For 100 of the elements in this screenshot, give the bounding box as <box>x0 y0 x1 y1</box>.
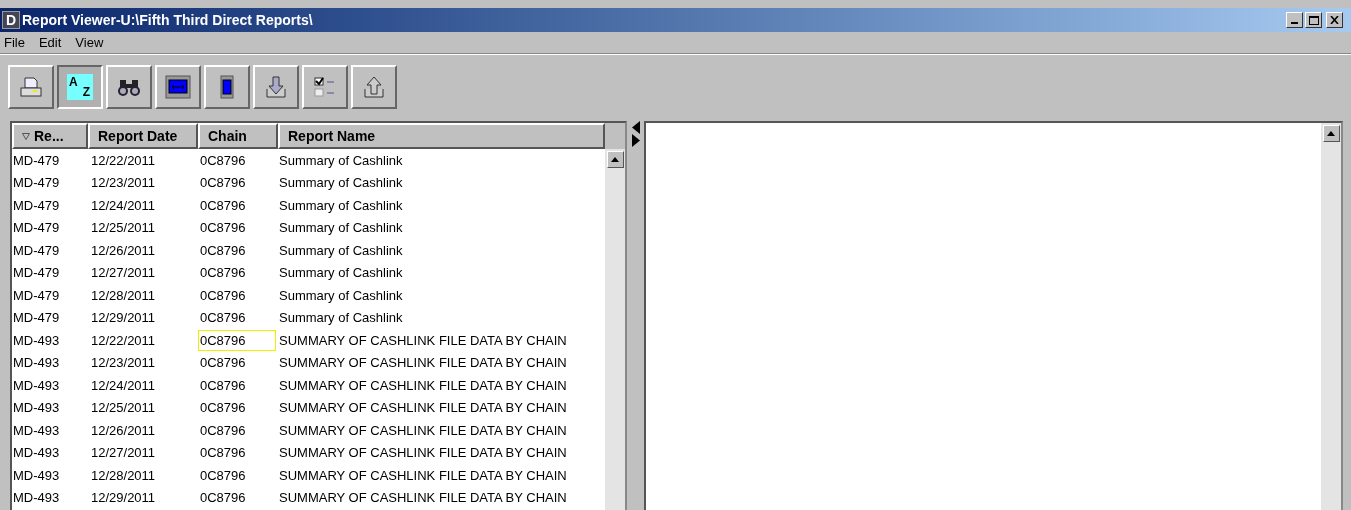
column-header[interactable]: Re... <box>12 123 88 149</box>
table-cell-text: MD-493 <box>12 444 61 462</box>
table-cell-text: MD-479 <box>12 151 61 170</box>
table-cell-text: 12/28/2011 <box>90 286 157 305</box>
scroll-up-button[interactable] <box>1322 125 1340 142</box>
table-cell-text: MD-493 <box>12 331 61 350</box>
table-row[interactable]: MD-493 12/24/2011 0C8796 SUMMARY OF CASHLINK FILE DATA BY CHAIN <box>12 374 605 397</box>
printer-icon <box>19 75 43 99</box>
table-cell-text: Summary of Cashlink <box>278 219 404 237</box>
table-row[interactable]: MD-493 12/29/2011 0C8796 SUMMARY OF CASHLINK FILE DATA BY CHAIN <box>12 486 605 509</box>
table-cell-text: MD-479 <box>12 196 61 215</box>
table-row[interactable]: MD-479 12/24/2011 0C8796 Summary of Cashlink <box>12 194 605 217</box>
table-row[interactable]: MD-493 12/25/2011 0C8796 SUMMARY OF CASHLINK FILE DATA BY CHAIN <box>12 396 605 419</box>
column-header[interactable]: Report Date <box>88 123 198 149</box>
table-cell-text: MD-479 <box>12 219 61 237</box>
close-icon <box>1330 16 1339 24</box>
table-cell-text: MD-479 <box>12 309 61 327</box>
app-logo: D <box>2 11 20 29</box>
table-row[interactable]: MD-479 12/28/2011 0C8796 Summary of Cashlink <box>12 284 605 307</box>
expand-right-icon[interactable] <box>631 134 640 147</box>
table-cell-text: 0C8796 <box>199 489 247 507</box>
table-cell-text: 12/25/2011 <box>90 399 157 417</box>
window-title: Report Viewer-U:\Fifth Third Direct Reports\ <box>22 10 313 30</box>
table-cell-text: MD-493 <box>12 421 61 440</box>
table-cell-text: MD-479 <box>12 286 61 305</box>
table-row[interactable]: MD-479 12/29/2011 0C8796 Summary of Cashlink <box>12 306 605 329</box>
table-cell-text: 12/24/2011 <box>90 196 157 215</box>
table-cell-text: 12/22/2011 <box>90 331 157 350</box>
up-arrow-icon <box>611 157 619 162</box>
column-header[interactable]: Report Name <box>278 123 605 149</box>
table-cell-text: 12/25/2011 <box>90 219 157 237</box>
scrollbar[interactable] <box>1321 123 1341 510</box>
table-cell-text: MD-479 <box>12 264 61 282</box>
table-cell-text: MD-493 <box>12 399 61 417</box>
table-row[interactable]: MD-493 12/28/2011 0C8796 SUMMARY OF CASHLINK FILE DATA BY CHAIN <box>12 464 605 487</box>
minimize-button[interactable] <box>1286 12 1303 28</box>
table-row[interactable]: MD-493 12/26/2011 0C8796 SUMMARY OF CASHLINK FILE DATA BY CHAIN <box>12 419 605 442</box>
scrollbar[interactable] <box>605 149 625 510</box>
column-label: Re... <box>34 126 64 146</box>
table-cell-text: 0C8796 <box>199 421 247 440</box>
table-cell-text: 0C8796 <box>199 309 247 327</box>
checklist-icon <box>313 75 337 99</box>
table-cell-text: 12/23/2011 <box>90 354 157 372</box>
table-cell-text: 0C8796 <box>199 219 247 237</box>
table-row[interactable]: MD-479 12/23/2011 0C8796 Summary of Cashlink <box>12 171 605 194</box>
table-row[interactable]: MD-479 12/22/2011 0C8796 Summary of Cashlink <box>12 149 605 172</box>
maximize-icon <box>1308 15 1319 25</box>
table-row[interactable]: MD-479 12/25/2011 0C8796 Summary of Cashlink <box>12 216 605 239</box>
maximize-button[interactable] <box>1305 12 1322 28</box>
table-row[interactable]: MD-479 12/27/2011 0C8796 Summary of Cashlink <box>12 261 605 284</box>
table-cell-text: Summary of Cashlink <box>278 196 404 215</box>
table-cell-text: SUMMARY OF CASHLINK FILE DATA BY CHAIN <box>278 331 568 350</box>
table-row[interactable]: MD-493 12/27/2011 0C8796 SUMMARY OF CASHLINK FILE DATA BY CHAIN <box>12 441 605 464</box>
toolbar-button[interactable] <box>155 65 201 109</box>
table-cell-text: Summary of Cashlink <box>278 309 404 327</box>
table-cell-text: 12/27/2011 <box>90 264 157 282</box>
table-cell-text: 0C8796 <box>199 354 247 372</box>
column-label: Chain <box>208 126 247 146</box>
table-cell-text: 12/23/2011 <box>90 174 157 192</box>
column-header[interactable]: Chain <box>198 123 278 149</box>
menu-item[interactable]: Edit <box>38 32 62 53</box>
table-row[interactable]: MD-479 12/26/2011 0C8796 Summary of Cashlink <box>12 239 605 262</box>
table-cell-text: 12/29/2011 <box>90 309 157 327</box>
table-cell-text: 0C8796 <box>199 399 247 417</box>
table-cell-text: 12/24/2011 <box>90 376 157 395</box>
table-row[interactable]: MD-493 12/23/2011 0C8796 SUMMARY OF CASHLINK FILE DATA BY CHAIN <box>12 351 605 374</box>
table-cell-text: 12/27/2011 <box>90 444 157 462</box>
table-cell-text: 0C8796 <box>199 466 247 485</box>
up-arrow-icon <box>1327 131 1335 136</box>
close-button[interactable] <box>1326 12 1343 28</box>
panel-icon <box>220 75 234 99</box>
scroll-up-button[interactable] <box>606 151 624 168</box>
table-cell-text: MD-493 <box>12 354 61 372</box>
table-cell-text: Summary of Cashlink <box>278 264 404 282</box>
table-cell-text: Summary of Cashlink <box>278 241 404 260</box>
sort-az-icon: A Z <box>67 74 93 100</box>
table-cell-text: SUMMARY OF CASHLINK FILE DATA BY CHAIN <box>278 489 568 507</box>
table-cell-text: 12/28/2011 <box>90 466 157 485</box>
table-cell-text: Summary of Cashlink <box>278 286 404 305</box>
menu-item[interactable]: View <box>75 32 104 53</box>
collapse-left-icon[interactable] <box>631 121 640 134</box>
toolbar-button[interactable]: A Z <box>57 65 103 109</box>
table-cell-text: 0C8796 <box>199 151 247 170</box>
table-cell-text: 12/29/2011 <box>90 489 157 507</box>
table-cell-text: SUMMARY OF CASHLINK FILE DATA BY CHAIN <box>278 421 568 440</box>
table-row[interactable]: MD-493 12/22/2011 0C8796 SUMMARY OF CASHLINK FILE DATA BY CHAIN <box>12 329 605 352</box>
monitor-icon <box>165 75 191 99</box>
table-cell: 0C8796 <box>198 329 276 351</box>
toolbar-button[interactable] <box>204 65 250 109</box>
table-cell-text: MD-493 <box>12 489 61 507</box>
toolbar-button[interactable] <box>106 65 152 109</box>
column-label: Report Date <box>98 126 178 146</box>
table-cell-text: MD-493 <box>12 376 61 395</box>
table-cell-text: 12/26/2011 <box>90 421 157 440</box>
table-cell-text: 0C8796 <box>199 376 247 395</box>
menu-item[interactable]: File <box>4 32 25 53</box>
table-cell-text: MD-493 <box>12 466 61 485</box>
table-cell-text: MD-479 <box>12 241 61 260</box>
table-cell-text: SUMMARY OF CASHLINK FILE DATA BY CHAIN <box>278 376 568 395</box>
table-cell-text: MD-479 <box>12 174 61 192</box>
